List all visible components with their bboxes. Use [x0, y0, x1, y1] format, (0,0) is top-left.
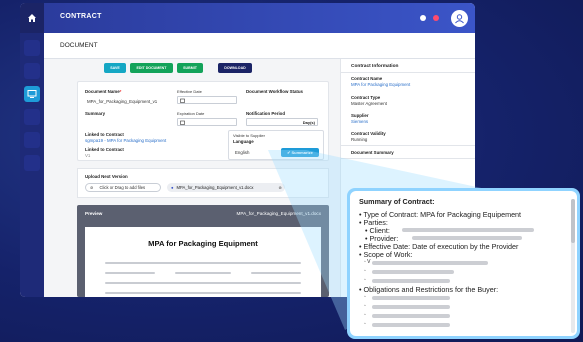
divider: [341, 145, 475, 146]
document-summary-label: Document Summary: [351, 150, 394, 155]
redacted-text: [372, 279, 450, 283]
preview-file-name: MPA_for_Packaging_Equipment_v1.docx: [236, 211, 321, 216]
contract-name-label: Contract Name: [351, 76, 383, 81]
sub-bullet: ◦: [364, 277, 366, 283]
summary-popup: Summary of Contract: • Type of Contract:…: [347, 188, 580, 339]
redacted-text: [372, 261, 488, 265]
document-heading: MPA for Packaging Equipment: [148, 239, 258, 248]
contract-name-value[interactable]: MPA for Packaging Equipment: [351, 82, 410, 87]
sidebar-item-documents[interactable]: [24, 86, 40, 102]
document-form: Document Name* MPA_for_Packaging_Equipme…: [77, 81, 329, 161]
sidebar-item-6[interactable]: [24, 155, 40, 171]
language-label: Language: [233, 139, 254, 144]
redacted-text: [412, 236, 522, 240]
text-line: [175, 272, 231, 274]
user-avatar-icon[interactable]: [451, 10, 468, 27]
file-icon: ●: [171, 185, 174, 190]
monitor-icon: [27, 90, 37, 98]
page-title: DOCUMENT: [60, 42, 98, 49]
summary-scrollbar[interactable]: [571, 199, 575, 333]
redacted-text: [372, 323, 450, 327]
summary-title: Summary of Contract:: [359, 197, 435, 206]
notification-unit: Day(s): [302, 120, 315, 125]
summary-popup-body: Summary of Contract: • Type of Contract:…: [350, 191, 577, 336]
calendar-icon: [180, 98, 185, 103]
visible-supplier-label: Visible to Supplier: [233, 133, 265, 138]
divider: [341, 72, 475, 73]
sub-bullet: ◦: [364, 268, 366, 274]
upload-section: Upload Next Version ⊘ Click or Drag to ad…: [77, 168, 329, 198]
summary-label: Summary: [85, 111, 106, 116]
home-icon: [28, 14, 36, 22]
redacted-text: [372, 314, 450, 318]
top-bar: CONTRACT: [20, 3, 475, 33]
upload-title: Upload Next Version: [85, 174, 128, 179]
page-header: DOCUMENT: [44, 33, 475, 59]
effective-date-input[interactable]: [177, 96, 237, 104]
document-page: MPA for Packaging Equipment: [85, 227, 321, 297]
summary-item: • Obligations and Restrictions for the B…: [359, 285, 499, 294]
file-drop-zone[interactable]: ⊘ Click or Drag to add files: [85, 183, 161, 192]
text-line: [105, 272, 155, 274]
redacted-text: [372, 305, 450, 309]
app-title: CONTRACT: [60, 13, 102, 20]
preview-panel: Preview MPA_for_Packaging_Equipment_v1.d…: [77, 205, 329, 297]
home-button[interactable]: [20, 3, 44, 33]
sidebar: [20, 33, 44, 297]
divider: [341, 158, 475, 159]
file-chip[interactable]: ● MPA_for_Packaging_Equipment_v1.docx ⊗: [167, 183, 285, 192]
sidebar-item-1[interactable]: [24, 40, 40, 56]
check-icon: ✔: [287, 150, 291, 155]
sub-bullet: ◦: [364, 303, 366, 309]
document-name-label: Document Name*: [85, 89, 122, 94]
linked-contract-label-2: Linked to Contract: [85, 147, 124, 152]
document-name-field[interactable]: MPA_for_Packaging_Equipment_v1: [87, 99, 157, 104]
scrollbar-thumb[interactable]: [571, 199, 575, 243]
calendar-icon: [180, 120, 185, 125]
sidebar-item-5[interactable]: [24, 132, 40, 148]
sidebar-item-4[interactable]: [24, 109, 40, 125]
text-line: [105, 282, 301, 284]
summarize-panel: Visible to Supplier Language English ✔ Su…: [228, 130, 324, 160]
sub-bullet: ◦ V: [364, 259, 371, 265]
supplier-value[interactable]: Siemens: [351, 119, 368, 124]
redacted-text: [372, 296, 450, 300]
text-line: [251, 272, 301, 274]
linked-contract-label: Linked to Contract: [85, 132, 124, 137]
summarize-button[interactable]: ✔ Summarize: [281, 148, 319, 157]
save-button[interactable]: SAVE: [104, 63, 126, 73]
expiration-date-label: Expiration Date: [177, 111, 205, 116]
submit-button[interactable]: SUBMIT: [177, 63, 203, 73]
effective-date-label: Effective Date: [177, 89, 202, 94]
redacted-text: [372, 270, 454, 274]
notification-period-label: Notification Period: [246, 111, 286, 116]
sub-bullet: ◦: [364, 312, 366, 318]
expiration-date-input[interactable]: [177, 118, 237, 126]
contract-validity-label: Contract Validity: [351, 131, 386, 136]
linked-contract-link[interactable]: sgmpa19 - MPA for Packaging Equipment: [85, 138, 166, 143]
sub-bullet: ◦: [364, 294, 366, 300]
edit-document-button[interactable]: EDIT DOCUMENT: [130, 63, 173, 73]
preview-title: Preview: [85, 211, 103, 216]
contract-type-value: Master Agreement: [351, 101, 387, 106]
alert-dot-icon[interactable]: [433, 15, 439, 21]
sidebar-item-2[interactable]: [24, 63, 40, 79]
paperclip-icon: ⊘: [90, 185, 94, 190]
text-line: [105, 292, 301, 294]
close-icon[interactable]: ⊗: [278, 185, 282, 190]
contract-type-label: Contract Type: [351, 95, 381, 100]
download-button[interactable]: DOWNLOAD: [218, 63, 252, 73]
workflow-status-label: Document Workflow Status: [246, 89, 304, 94]
linked-contract-version: V1: [85, 153, 91, 158]
redacted-text: [402, 228, 534, 232]
sub-bullet: ◦: [364, 321, 366, 327]
notification-period-input[interactable]: Day(s): [246, 118, 318, 126]
language-select[interactable]: English: [235, 150, 249, 155]
supplier-label: Supplier: [351, 113, 369, 118]
notification-dot-icon[interactable]: [420, 15, 426, 21]
text-line: [105, 262, 301, 264]
contract-info-heading: Contract Information: [351, 64, 399, 69]
summary-item: • Scope of Work:: [359, 250, 413, 259]
contract-validity-value: Running: [351, 137, 368, 142]
